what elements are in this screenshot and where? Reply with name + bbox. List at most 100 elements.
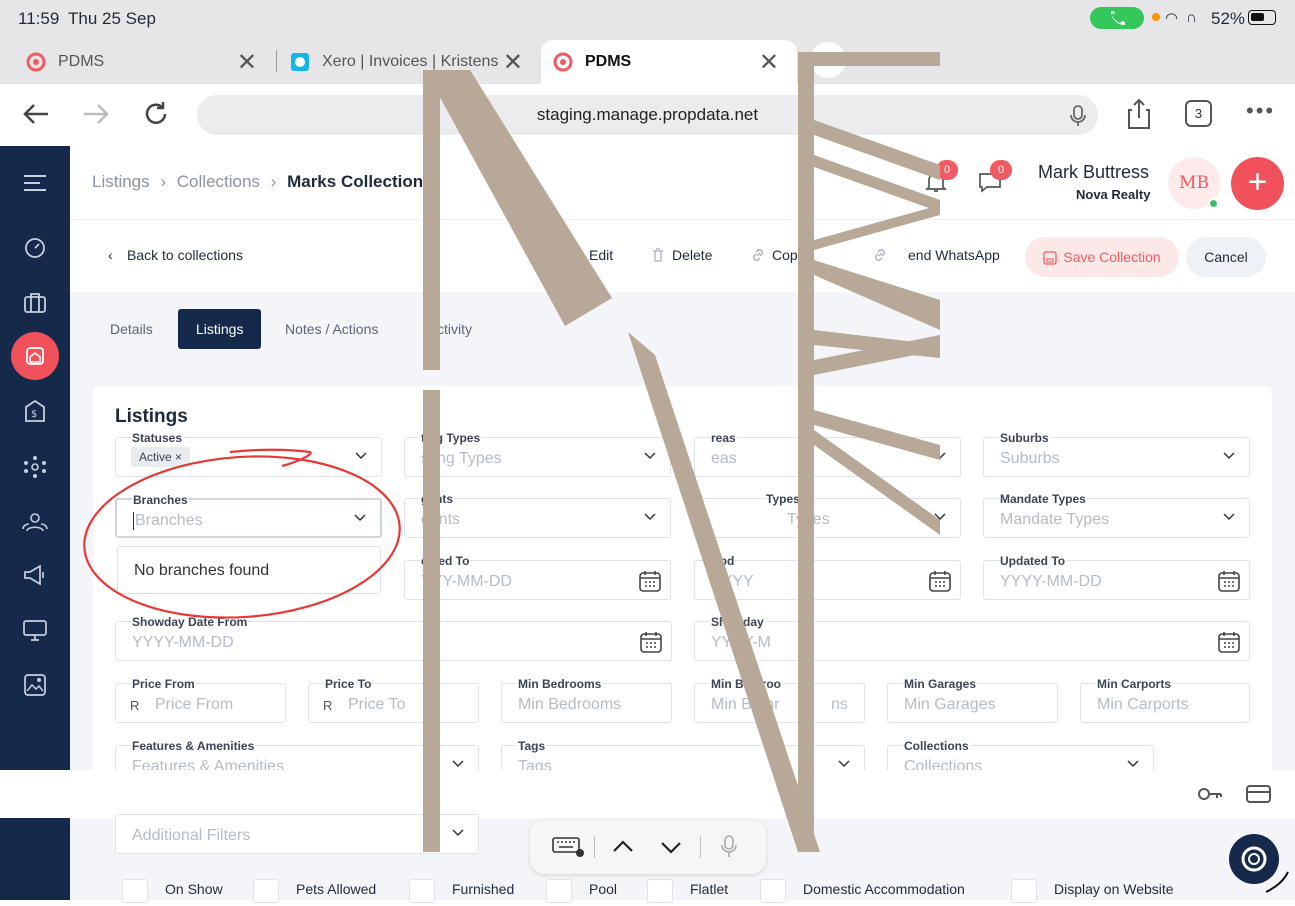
trash-icon bbox=[653, 248, 663, 262]
mic-icon[interactable] bbox=[1070, 105, 1086, 127]
status-date: Thu 25 Sep bbox=[68, 9, 156, 28]
add-button[interactable]: + bbox=[1231, 157, 1284, 210]
copy-link-button[interactable]: Cop bbox=[772, 247, 798, 263]
listing-types-select[interactable]: ting Types sting Types bbox=[404, 431, 671, 477]
calendar-icon[interactable] bbox=[1218, 570, 1240, 592]
tab-activity[interactable]: ctivity bbox=[419, 309, 490, 349]
monitor-icon[interactable] bbox=[23, 620, 47, 642]
close-tab-icon[interactable]: ✕ bbox=[759, 48, 779, 77]
pets-allowed-checkbox[interactable]: Pets Allowed bbox=[253, 879, 376, 903]
status-time: 11:59 bbox=[18, 9, 60, 28]
tab-details[interactable]: Details bbox=[92, 309, 171, 349]
chevron-down-icon bbox=[838, 760, 850, 768]
card-icon[interactable] bbox=[1246, 784, 1272, 804]
chevron-up-icon[interactable] bbox=[612, 839, 634, 853]
share-icon[interactable] bbox=[1126, 98, 1152, 130]
field-placeholder: YYY-MM-DD bbox=[421, 573, 512, 590]
on-show-checkbox[interactable]: On Show bbox=[122, 879, 223, 903]
calendar-icon[interactable] bbox=[639, 570, 661, 592]
tab-listings[interactable]: Listings bbox=[178, 309, 262, 349]
calendar-icon[interactable] bbox=[1218, 631, 1240, 653]
send-whatsapp-button[interactable]: end WhatsApp bbox=[908, 247, 1000, 263]
field-placeholder: eas bbox=[711, 450, 737, 467]
updated-from-date[interactable]: Upd YYYY bbox=[694, 554, 961, 600]
browser-tab-3-active[interactable]: PDMS ✕ bbox=[541, 40, 797, 84]
domestic-accommodation-checkbox[interactable]: Domestic Accommodation bbox=[760, 879, 965, 903]
agents-select[interactable]: gents gents bbox=[404, 492, 671, 538]
statuses-select[interactable]: Statuses Active × bbox=[115, 431, 382, 477]
field-label: Branches bbox=[132, 493, 189, 507]
display-on-website-checkbox[interactable]: Display on Website bbox=[1011, 879, 1174, 903]
tab-notes-actions[interactable]: Notes / Actions bbox=[267, 309, 396, 349]
pool-checkbox[interactable]: Pool bbox=[546, 879, 617, 903]
dictation-mic-icon[interactable] bbox=[721, 835, 737, 859]
help-button[interactable] bbox=[1229, 834, 1279, 884]
url-field[interactable]: staging.manage.propdata.net bbox=[197, 95, 1098, 135]
showday-to-date[interactable]: Showday o YYYY-M bbox=[694, 615, 1250, 661]
status-tag[interactable]: Active × bbox=[131, 447, 191, 467]
wifi-icon: ◠ bbox=[1165, 10, 1179, 27]
delete-button[interactable]: Delete bbox=[672, 247, 712, 263]
min-garages-input[interactable]: Min Garages Min Garages bbox=[887, 677, 1058, 723]
min-bathrooms-input[interactable]: Min Bathroo Min Bathr ns bbox=[694, 677, 865, 723]
branches-select[interactable]: Branches Branches bbox=[115, 493, 382, 538]
action-bar: ‹ Back to collections Edit Delete Cop en… bbox=[70, 220, 1295, 292]
save-label: Save Collection bbox=[1063, 249, 1161, 265]
calendar-icon[interactable] bbox=[640, 631, 662, 653]
briefcase-icon[interactable] bbox=[24, 292, 46, 314]
showday-from-date[interactable]: Showday Date From YYYY-MM-DD bbox=[115, 615, 672, 661]
back-arrow-icon[interactable] bbox=[22, 102, 50, 126]
property-types-select[interactable]: Types Types bbox=[694, 492, 961, 538]
field-label: Updated To bbox=[999, 554, 1067, 568]
field-placeholder-fragment: ns bbox=[831, 696, 848, 713]
close-tab-icon[interactable]: ✕ bbox=[237, 48, 257, 77]
chevron-down-icon bbox=[934, 513, 946, 521]
min-carports-input[interactable]: Min Carports Min Carports bbox=[1080, 677, 1250, 723]
furnished-checkbox[interactable]: Furnished bbox=[409, 879, 514, 903]
gallery-icon[interactable] bbox=[24, 674, 46, 696]
save-collection-button[interactable]: Save Collection bbox=[1025, 237, 1179, 277]
flatlet-checkbox[interactable]: Flatlet bbox=[647, 879, 728, 903]
suburbs-select[interactable]: Suburbs Suburbs bbox=[983, 431, 1250, 477]
contacts-icon[interactable] bbox=[22, 512, 48, 532]
megaphone-icon[interactable] bbox=[23, 564, 47, 586]
more-icon[interactable]: ••• bbox=[1246, 98, 1275, 124]
price-from-input[interactable]: Price From R Price From bbox=[115, 677, 286, 723]
field-label: Min Bedrooms bbox=[517, 677, 603, 691]
created-to-date[interactable]: eated To YYY-MM-DD bbox=[404, 554, 671, 600]
back-to-collections-link[interactable]: Back to collections bbox=[127, 247, 243, 263]
chevron-left-icon: ‹ bbox=[108, 247, 113, 263]
updated-to-date[interactable]: Updated To YYYY-MM-DD bbox=[983, 554, 1250, 600]
calendar-icon[interactable] bbox=[929, 570, 951, 592]
dashboard-icon[interactable] bbox=[24, 236, 46, 258]
cancel-button[interactable]: Cancel bbox=[1186, 237, 1266, 277]
chevron-down-icon bbox=[1223, 452, 1235, 460]
field-label-fragment: o bbox=[805, 615, 815, 629]
browser-tab-2[interactable]: Xero | Invoices | Kristens ✕ bbox=[264, 40, 541, 84]
message-badge: 0 bbox=[990, 160, 1012, 180]
mic-dot-icon bbox=[1152, 13, 1160, 21]
mandate-types-select[interactable]: Mandate Types Mandate Types bbox=[983, 492, 1250, 538]
additional-filters-select[interactable]: Additional Filters bbox=[115, 814, 479, 854]
price-to-input[interactable]: Price To R Price To bbox=[308, 677, 479, 723]
browser-tab-1[interactable]: PDMS ✕ bbox=[0, 40, 275, 84]
chevron-down-icon[interactable] bbox=[660, 841, 682, 855]
currency-prefix: R bbox=[323, 698, 333, 713]
keyboard-icon[interactable] bbox=[552, 837, 584, 857]
menu-icon[interactable] bbox=[24, 174, 46, 192]
new-tab-button[interactable] bbox=[810, 42, 846, 78]
areas-select[interactable]: reas eas bbox=[694, 431, 961, 477]
tab-count-button[interactable]: 3 bbox=[1185, 100, 1212, 127]
breadcrumb-collections[interactable]: Collections bbox=[177, 172, 260, 191]
finance-icon[interactable]: $ bbox=[24, 400, 46, 422]
network-icon[interactable] bbox=[23, 455, 47, 479]
reload-icon[interactable] bbox=[142, 100, 170, 128]
breadcrumb-listings[interactable]: Listings bbox=[92, 172, 150, 191]
listings-home-icon[interactable] bbox=[11, 332, 59, 380]
edit-button[interactable]: Edit bbox=[589, 247, 613, 263]
close-tab-icon[interactable]: ✕ bbox=[503, 48, 523, 77]
min-bedrooms-input[interactable]: Min Bedrooms Min Bedrooms bbox=[501, 677, 672, 723]
chevron-down-icon bbox=[354, 514, 366, 522]
forward-arrow-icon[interactable] bbox=[82, 102, 110, 126]
key-icon[interactable] bbox=[1197, 786, 1223, 802]
